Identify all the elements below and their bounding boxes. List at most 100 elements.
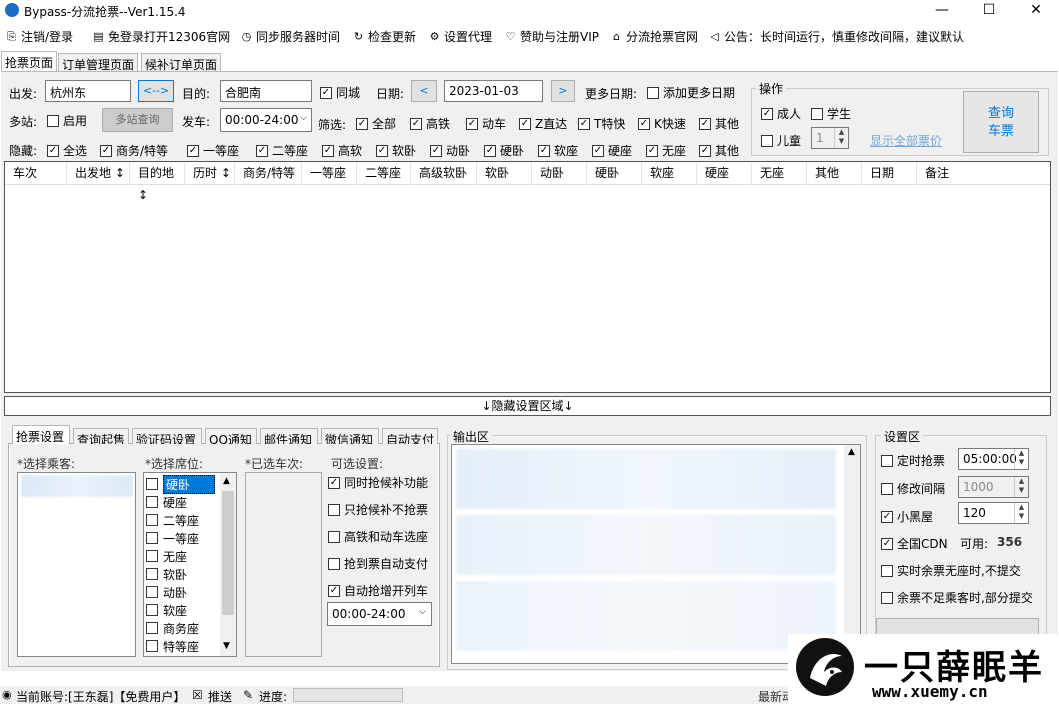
col-duration[interactable]: 历时 ↕ — [185, 162, 235, 185]
col-hard-seat[interactable]: 硬座 — [697, 162, 752, 185]
minimize-button[interactable]: — — [919, 0, 965, 22]
output-log[interactable]: ▲ — [451, 444, 861, 664]
menu-proxy[interactable]: ⚙ 设置代理 — [428, 28, 492, 45]
option-waitlist-checkbox[interactable]: 同时抢候补功能 — [328, 474, 428, 491]
hide-business-checkbox[interactable]: 商务/特等 — [100, 142, 168, 159]
close-button[interactable]: ✕ — [1013, 0, 1059, 22]
tab-booking[interactable]: 抢票页面 — [1, 51, 57, 72]
subtab-booking-settings[interactable]: 抢票设置 — [12, 425, 70, 446]
multi-station-enable-checkbox[interactable]: 启用 — [47, 112, 87, 129]
filter-z-checkbox[interactable]: Z直达 — [519, 115, 567, 132]
col-hard-sleeper[interactable]: 硬卧 — [587, 162, 642, 185]
col-soft-seat[interactable]: 软座 — [642, 162, 697, 185]
col-remark[interactable]: 备注 — [917, 162, 1050, 185]
scroll-up-icon[interactable]: ▲ — [223, 476, 230, 486]
hide-other-checkbox[interactable]: 其他 — [699, 142, 739, 159]
interval-stepper[interactable]: 1000 ▲ ▼ — [958, 476, 1029, 498]
col-high-soft-sleeper[interactable]: 高级软卧 — [411, 162, 477, 185]
filter-all-checkbox[interactable]: 全部 — [356, 115, 396, 132]
menu-website[interactable]: ⌂ 分流抢票官网 — [610, 28, 698, 45]
tab-orders[interactable]: 订单管理页面 — [58, 53, 138, 72]
menu-open-12306[interactable]: ▤ 免登录打开12306官网 — [92, 28, 230, 45]
option-seat-select-checkbox[interactable]: 高铁和动车选座 — [328, 528, 428, 545]
seat-item[interactable]: 商务座 — [146, 619, 199, 637]
student-checkbox[interactable]: 学生 — [811, 105, 851, 122]
national-cdn-checkbox[interactable]: 全国CDN — [881, 535, 948, 552]
modify-interval-checkbox[interactable]: 修改间隔 — [881, 480, 945, 497]
seat-list[interactable]: 硬卧 硬座 二等座 一等座 无座 软卧 动卧 软座 商务座 特等座 ▲ ▼ — [143, 472, 237, 657]
child-checkbox[interactable]: 儿童 — [761, 132, 801, 149]
filter-t-checkbox[interactable]: T特快 — [578, 115, 625, 132]
hide-hard-seat-checkbox[interactable]: 硬座 — [592, 142, 632, 159]
hide-dong-sleeper-checkbox[interactable]: 动卧 — [430, 142, 470, 159]
hide-soft-sleeper-checkbox[interactable]: 软卧 — [376, 142, 416, 159]
col-from[interactable]: 出发地 ↕ — [67, 162, 130, 185]
hide-soft-seat-checkbox[interactable]: 软座 — [538, 142, 578, 159]
hide-soft-sleeper-high-checkbox[interactable]: 高软 — [322, 142, 362, 159]
depart-time-select[interactable]: 00:00-24:00 ⌵ — [220, 108, 312, 132]
passenger-item[interactable] — [21, 475, 133, 497]
add-more-dates-checkbox[interactable]: 添加更多日期 — [647, 84, 735, 101]
timed-booking-checkbox[interactable]: 定时抢票 — [881, 452, 945, 469]
same-city-checkbox[interactable]: 同城 — [320, 84, 360, 101]
col-to[interactable]: 目的地 ↕ — [130, 162, 185, 202]
to-station-input[interactable]: 合肥南 — [220, 80, 312, 102]
hide-all-checkbox[interactable]: 全选 — [47, 142, 87, 159]
from-station-input[interactable]: 杭州东 — [45, 80, 131, 102]
multi-station-query-button[interactable]: 多站查询 — [102, 108, 173, 132]
seat-item[interactable]: 特等座 — [146, 637, 199, 655]
prev-date-button[interactable]: < — [411, 80, 437, 102]
col-soft-sleeper[interactable]: 软卧 — [477, 162, 532, 185]
seat-item[interactable]: 软座 — [146, 601, 187, 619]
scroll-up-icon[interactable]: ▲ — [848, 447, 855, 457]
seat-item[interactable]: 动卧 — [146, 583, 187, 601]
hide-no-seat-checkbox[interactable]: 无座 — [646, 142, 686, 159]
filter-other-checkbox[interactable]: 其他 — [699, 115, 739, 132]
col-date[interactable]: 日期 — [862, 162, 917, 185]
hide-first-class-checkbox[interactable]: 一等座 — [187, 142, 239, 159]
col-dong-sleeper[interactable]: 动卧 — [532, 162, 587, 185]
option-only-waitlist-checkbox[interactable]: 只抢候补不抢票 — [328, 501, 428, 518]
show-all-price-link[interactable]: 显示全部票价 — [870, 132, 942, 149]
time-range-select[interactable]: 00:00-24:00 ⌵ — [327, 602, 432, 626]
blackroom-checkbox[interactable]: 小黑屋 — [881, 508, 933, 525]
query-tickets-button[interactable]: 查询 车票 — [963, 91, 1039, 153]
col-second[interactable]: 二等座 — [357, 162, 411, 185]
menu-sponsor[interactable]: ♡ 赞助与注册VIP — [504, 28, 599, 45]
seat-item[interactable]: 硬卧 — [146, 474, 215, 494]
seat-item[interactable]: 一等座 — [146, 529, 199, 547]
tab-waitlist[interactable]: 候补订单页面 — [141, 53, 221, 72]
partial-submit-checkbox[interactable]: 余票不足乘客时,部分提交 — [881, 589, 1033, 606]
col-no-seat[interactable]: 无座 — [752, 162, 807, 185]
seat-item[interactable]: 软卧 — [146, 565, 187, 583]
timed-booking-time-stepper[interactable]: 05:00:00 ▲ ▼ — [958, 448, 1029, 470]
adult-checkbox[interactable]: 成人 — [761, 105, 801, 122]
menu-notice[interactable]: ◁ 公告：长时间运行，慎重修改间隔，建议默认 — [708, 28, 964, 45]
maximize-button[interactable]: ☐ — [966, 0, 1012, 22]
blackroom-stepper[interactable]: 120 ▲ ▼ — [958, 502, 1029, 524]
scroll-down-icon[interactable]: ▼ — [223, 641, 230, 651]
col-other[interactable]: 其他 — [807, 162, 862, 185]
menu-sync-time[interactable]: ◷ 同步服务器时间 — [240, 28, 340, 45]
selected-trains-list[interactable] — [245, 472, 322, 657]
filter-k-checkbox[interactable]: K快速 — [638, 115, 686, 132]
passenger-list[interactable] — [17, 472, 136, 657]
hide-settings-toggle[interactable]: ↓隐藏设置区域↓ — [4, 396, 1051, 416]
next-date-button[interactable]: > — [551, 80, 575, 102]
seat-item[interactable]: 二等座 — [146, 511, 199, 529]
no-seat-no-submit-checkbox[interactable]: 实时余票无座时,不提交 — [881, 562, 1021, 579]
hide-hard-sleeper-checkbox[interactable]: 硬卧 — [484, 142, 524, 159]
option-auto-pay-checkbox[interactable]: 抢到票自动支付 — [328, 555, 428, 572]
output-scrollbar[interactable]: ▲ — [844, 445, 860, 663]
option-extra-trains-checkbox[interactable]: 自动抢增开列车 — [328, 582, 428, 599]
filter-gaotie-checkbox[interactable]: 高铁 — [410, 115, 450, 132]
filter-dongche-checkbox[interactable]: 动车 — [466, 115, 506, 132]
train-results-table[interactable]: 车次 出发地 ↕ 目的地 ↕ 历时 ↕ 商务/特等 一等座 二等座 高级软卧 软… — [4, 161, 1051, 393]
col-train-no[interactable]: 车次 — [5, 162, 67, 185]
seat-item[interactable]: 无座 — [146, 547, 187, 565]
col-business[interactable]: 商务/特等 — [235, 162, 302, 185]
seat-list-scrollbar[interactable]: ▲ ▼ — [220, 473, 236, 656]
scroll-thumb[interactable] — [222, 491, 234, 615]
menu-login[interactable]: ⎘ 注销/登录 — [5, 28, 73, 45]
child-count-stepper[interactable]: 1 ▲ ▼ — [811, 127, 849, 149]
